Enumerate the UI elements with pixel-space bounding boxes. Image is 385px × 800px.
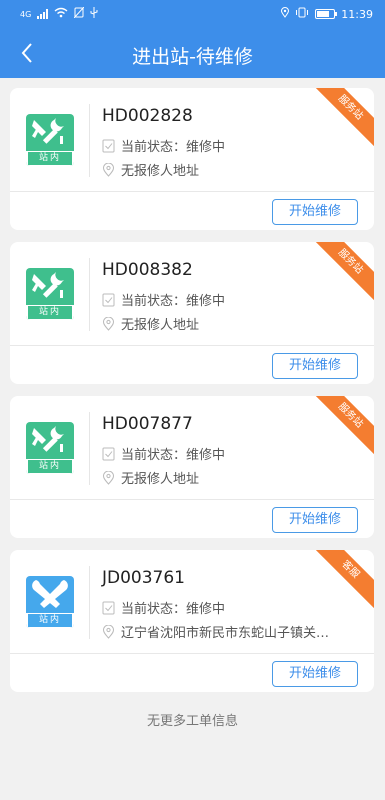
address-text: 无报修人地址 — [121, 164, 200, 179]
source-ribbon: 服务站 — [310, 242, 374, 302]
status-value: 维修中 — [186, 140, 226, 155]
work-order-card[interactable]: 站内 HD002828 当前状态： 维修中 无报修人地址 服务站 开始维修 — [10, 88, 374, 230]
status-bar: 4G 11:39 — [0, 0, 385, 28]
checklist-icon — [102, 139, 115, 153]
site-tag: 站内 — [28, 306, 72, 319]
signal-icon — [37, 9, 49, 19]
divider — [89, 412, 90, 485]
work-order-list: 站内 HD002828 当前状态：维修中 无报修人地址 服务站 开始维修 站内 — [10, 88, 374, 704]
order-number: JD003761 — [102, 568, 185, 588]
divider — [10, 653, 374, 654]
location-pin-icon — [102, 316, 115, 331]
wifi-icon — [54, 7, 68, 21]
status-label: 当前状态： — [121, 294, 187, 309]
order-number: HD007877 — [102, 414, 193, 434]
source-ribbon: 服务站 — [310, 88, 374, 148]
address-text: 无报修人地址 — [121, 318, 200, 333]
site-tag: 站内 — [28, 460, 72, 473]
status-row: 当前状态： 维修中 — [102, 290, 225, 309]
network-label: 4G — [20, 9, 32, 19]
address-row: 无报修人地址 — [102, 160, 342, 179]
work-order-card[interactable]: 站内 JD003761 当前状态： 维修中 辽宁省沈阳市新民市东蛇山子镇关家...… — [10, 550, 374, 692]
location-pin-icon — [102, 162, 115, 177]
repair-station-icon: 站内 — [26, 114, 74, 166]
status-value: 维修中 — [186, 602, 226, 617]
tools-icon: 站内 — [26, 576, 74, 628]
location-icon — [281, 7, 290, 21]
status-label: 当前状态： — [121, 448, 187, 463]
status-row: 当前状态： 维修中 — [102, 598, 225, 617]
order-number: HD002828 — [102, 106, 193, 126]
repair-station-icon: 站内 — [26, 268, 74, 320]
divider — [89, 258, 90, 331]
no-more-orders-text: 无更多工单信息 — [146, 714, 238, 729]
status-value: 维修中 — [186, 448, 226, 463]
status-label: 当前状态： — [121, 140, 187, 155]
start-repair-button[interactable]: 开始维修 — [272, 661, 358, 687]
start-repair-button[interactable]: 开始维修 — [272, 199, 358, 225]
page-title: 进出站-待维修 — [132, 46, 253, 68]
site-tag: 站内 — [28, 152, 72, 165]
divider — [89, 104, 90, 177]
repair-station-icon: 站内 — [26, 422, 74, 474]
divider — [10, 191, 374, 192]
header-bar: 进出站-待维修 — [0, 28, 385, 78]
address-row: 辽宁省沈阳市新民市东蛇山子镇关家... — [102, 622, 342, 641]
no-sim-icon — [73, 6, 85, 21]
start-repair-button[interactable]: 开始维修 — [272, 353, 358, 379]
status-value: 维修中 — [186, 294, 226, 309]
checklist-icon — [102, 447, 115, 461]
divider — [10, 499, 374, 500]
address-row: 无报修人地址 — [102, 468, 342, 487]
work-order-card[interactable]: 站内 HD008382 当前状态： 维修中 无报修人地址 服务站 开始维修 — [10, 242, 374, 384]
checklist-icon — [102, 601, 115, 615]
order-number: HD008382 — [102, 260, 193, 280]
divider — [89, 566, 90, 639]
work-order-card[interactable]: 站内 HD007877 当前状态： 维修中 无报修人地址 服务站 开始维修 — [10, 396, 374, 538]
status-label: 当前状态： — [121, 602, 187, 617]
source-ribbon: 客服 — [310, 550, 374, 610]
location-pin-icon — [102, 470, 115, 485]
usb-icon — [90, 7, 98, 21]
address-text: 辽宁省沈阳市新民市东蛇山子镇关家... — [121, 626, 336, 641]
start-repair-button[interactable]: 开始维修 — [272, 507, 358, 533]
source-ribbon: 服务站 — [310, 396, 374, 456]
status-row: 当前状态： 维修中 — [102, 444, 225, 463]
checklist-icon — [102, 293, 115, 307]
location-pin-icon — [102, 624, 115, 639]
address-text: 无报修人地址 — [121, 472, 200, 487]
vibrate-icon — [295, 7, 309, 21]
address-row: 无报修人地址 — [102, 314, 342, 333]
divider — [10, 345, 374, 346]
battery-icon — [315, 9, 338, 19]
status-row: 当前状态： 维修中 — [102, 136, 225, 155]
site-tag: 站内 — [28, 614, 72, 627]
clock: 11:39 — [341, 7, 373, 21]
